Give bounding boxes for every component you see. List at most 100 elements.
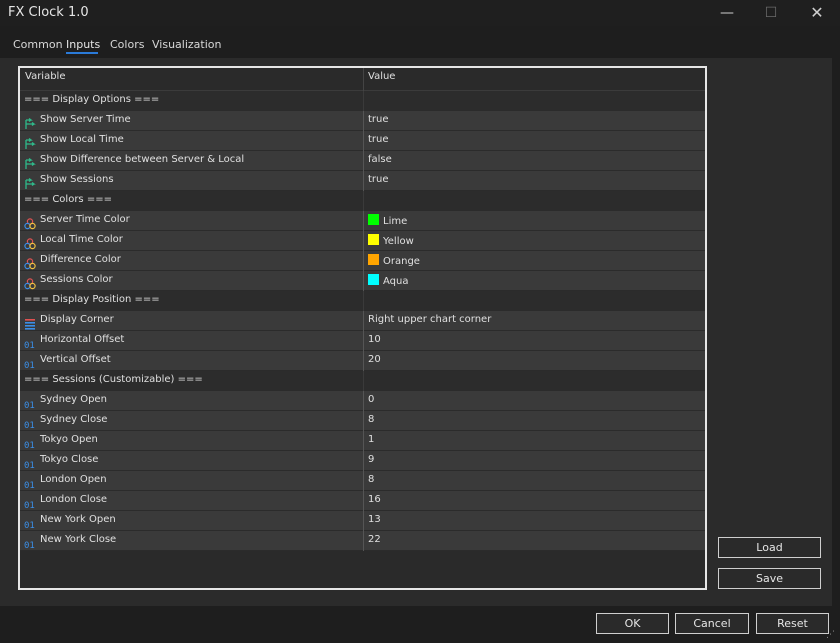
- variable-name: Tokyo Close: [40, 454, 99, 465]
- variable-value[interactable]: 16: [368, 494, 381, 505]
- svg-text:01: 01: [24, 541, 35, 550]
- color-swatch: [368, 234, 379, 245]
- variable-value[interactable]: 0: [368, 394, 374, 405]
- cell-divider: [363, 231, 364, 251]
- variable-value[interactable]: 9: [368, 454, 374, 465]
- table-row[interactable]: 01 Sydney Open 0: [20, 391, 705, 411]
- variable-value[interactable]: Lime: [368, 214, 407, 227]
- variable-name: Show Server Time: [40, 114, 131, 125]
- variable-name: London Open: [40, 474, 107, 485]
- variable-value[interactable]: true: [368, 134, 389, 145]
- color-icon: [24, 235, 36, 250]
- enum-icon: [24, 315, 36, 330]
- table-row[interactable]: Display Corner Right upper chart corner: [20, 311, 705, 331]
- section-row[interactable]: === Display Options ===: [20, 91, 705, 111]
- color-icon: [24, 275, 36, 290]
- resize-grip-icon[interactable]: ⋰: [826, 630, 838, 642]
- cell-divider: [363, 431, 364, 451]
- cell-divider: [363, 531, 364, 551]
- variable-value[interactable]: Aqua: [368, 274, 408, 287]
- cell-divider: [363, 191, 364, 211]
- variable-value[interactable]: 8: [368, 414, 374, 425]
- section-row[interactable]: === Colors ===: [20, 191, 705, 211]
- variable-value[interactable]: true: [368, 174, 389, 185]
- variable-value[interactable]: false: [368, 154, 392, 165]
- section-row[interactable]: === Sessions (Customizable) ===: [20, 371, 705, 391]
- variable-value[interactable]: 13: [368, 514, 381, 525]
- section-row[interactable]: === Display Position ===: [20, 291, 705, 311]
- table-row[interactable]: Local Time Color Yellow: [20, 231, 705, 251]
- variable-name: Sydney Open: [40, 394, 107, 405]
- table-row[interactable]: 01 London Close 16: [20, 491, 705, 511]
- reset-button[interactable]: Reset: [756, 613, 829, 634]
- variable-name: New York Close: [40, 534, 117, 545]
- integer-icon: 01: [24, 515, 36, 531]
- table-row[interactable]: 01 Tokyo Open 1: [20, 431, 705, 451]
- value-text: Lime: [383, 216, 408, 227]
- variable-value[interactable]: true: [368, 114, 389, 125]
- table-row[interactable]: 01 New York Close 22: [20, 531, 705, 551]
- variable-value[interactable]: 10: [368, 334, 381, 345]
- variable-value[interactable]: 22: [368, 534, 381, 545]
- cell-divider: [363, 251, 364, 271]
- tab-common[interactable]: Common: [13, 38, 63, 51]
- table-row[interactable]: Show Server Time true: [20, 111, 705, 131]
- close-icon[interactable]: ✕: [807, 3, 827, 23]
- color-swatch: [368, 214, 379, 225]
- svg-text:01: 01: [24, 361, 35, 370]
- table-row[interactable]: Show Sessions true: [20, 171, 705, 191]
- boolean-icon: [24, 155, 36, 169]
- value-text: 8: [368, 414, 375, 425]
- variable-name: London Close: [40, 494, 108, 505]
- table-row[interactable]: Difference Color Orange: [20, 251, 705, 271]
- table-row[interactable]: 01 Sydney Close 8: [20, 411, 705, 431]
- boolean-icon: [24, 115, 36, 129]
- tab-visualization[interactable]: Visualization: [152, 38, 221, 51]
- cell-divider: [363, 271, 364, 291]
- save-button[interactable]: Save: [718, 568, 821, 589]
- cell-divider: [363, 331, 364, 351]
- variable-name: Local Time Color: [40, 234, 123, 245]
- variable-name: Sydney Close: [40, 414, 108, 425]
- variable-value[interactable]: Yellow: [368, 234, 414, 247]
- variable-name: === Display Options ===: [24, 94, 160, 105]
- value-text: 16: [368, 494, 381, 505]
- table-row[interactable]: Show Difference between Server & Local fa…: [20, 151, 705, 171]
- active-tab-indicator: [66, 52, 98, 54]
- value-text: true: [368, 114, 389, 125]
- value-text: 8: [368, 474, 375, 485]
- table-row[interactable]: 01 Horizontal Offset 10: [20, 331, 705, 351]
- maximize-icon[interactable]: ☐: [761, 3, 781, 23]
- table-row[interactable]: 01 London Open 8: [20, 471, 705, 491]
- table-row[interactable]: 01 Vertical Offset 20: [20, 351, 705, 371]
- value-text: 0: [368, 394, 375, 405]
- value-text: 9: [368, 454, 375, 465]
- table-row[interactable]: Sessions Color Aqua: [20, 271, 705, 291]
- value-text: Orange: [383, 256, 420, 267]
- tab-bar: Common Inputs Colors Visualization: [0, 30, 840, 58]
- cell-divider: [363, 151, 364, 171]
- table-row[interactable]: Server Time Color Lime: [20, 211, 705, 231]
- table-row[interactable]: 01 Tokyo Close 9: [20, 451, 705, 471]
- table-row[interactable]: 01 New York Open 13: [20, 511, 705, 531]
- minimize-icon[interactable]: —: [717, 3, 737, 23]
- value-text: Yellow: [383, 236, 414, 247]
- variable-value[interactable]: Orange: [368, 254, 420, 267]
- value-text: 22: [368, 534, 381, 545]
- tab-colors[interactable]: Colors: [110, 38, 144, 51]
- table-row[interactable]: Show Local Time true: [20, 131, 705, 151]
- color-icon: [24, 215, 36, 230]
- variable-value[interactable]: 20: [368, 354, 381, 365]
- variable-value[interactable]: Right upper chart corner: [368, 314, 491, 325]
- header-value[interactable]: Value: [368, 71, 395, 82]
- ok-button[interactable]: OK: [596, 613, 669, 634]
- load-button[interactable]: Load: [718, 537, 821, 558]
- cancel-button[interactable]: Cancel: [675, 613, 749, 634]
- header-variable[interactable]: Variable: [25, 71, 66, 82]
- tab-inputs[interactable]: Inputs: [66, 38, 100, 51]
- cell-divider: [363, 111, 364, 131]
- cell-divider: [363, 351, 364, 371]
- svg-text:01: 01: [24, 481, 35, 490]
- variable-value[interactable]: 1: [368, 434, 374, 445]
- variable-value[interactable]: 8: [368, 474, 374, 485]
